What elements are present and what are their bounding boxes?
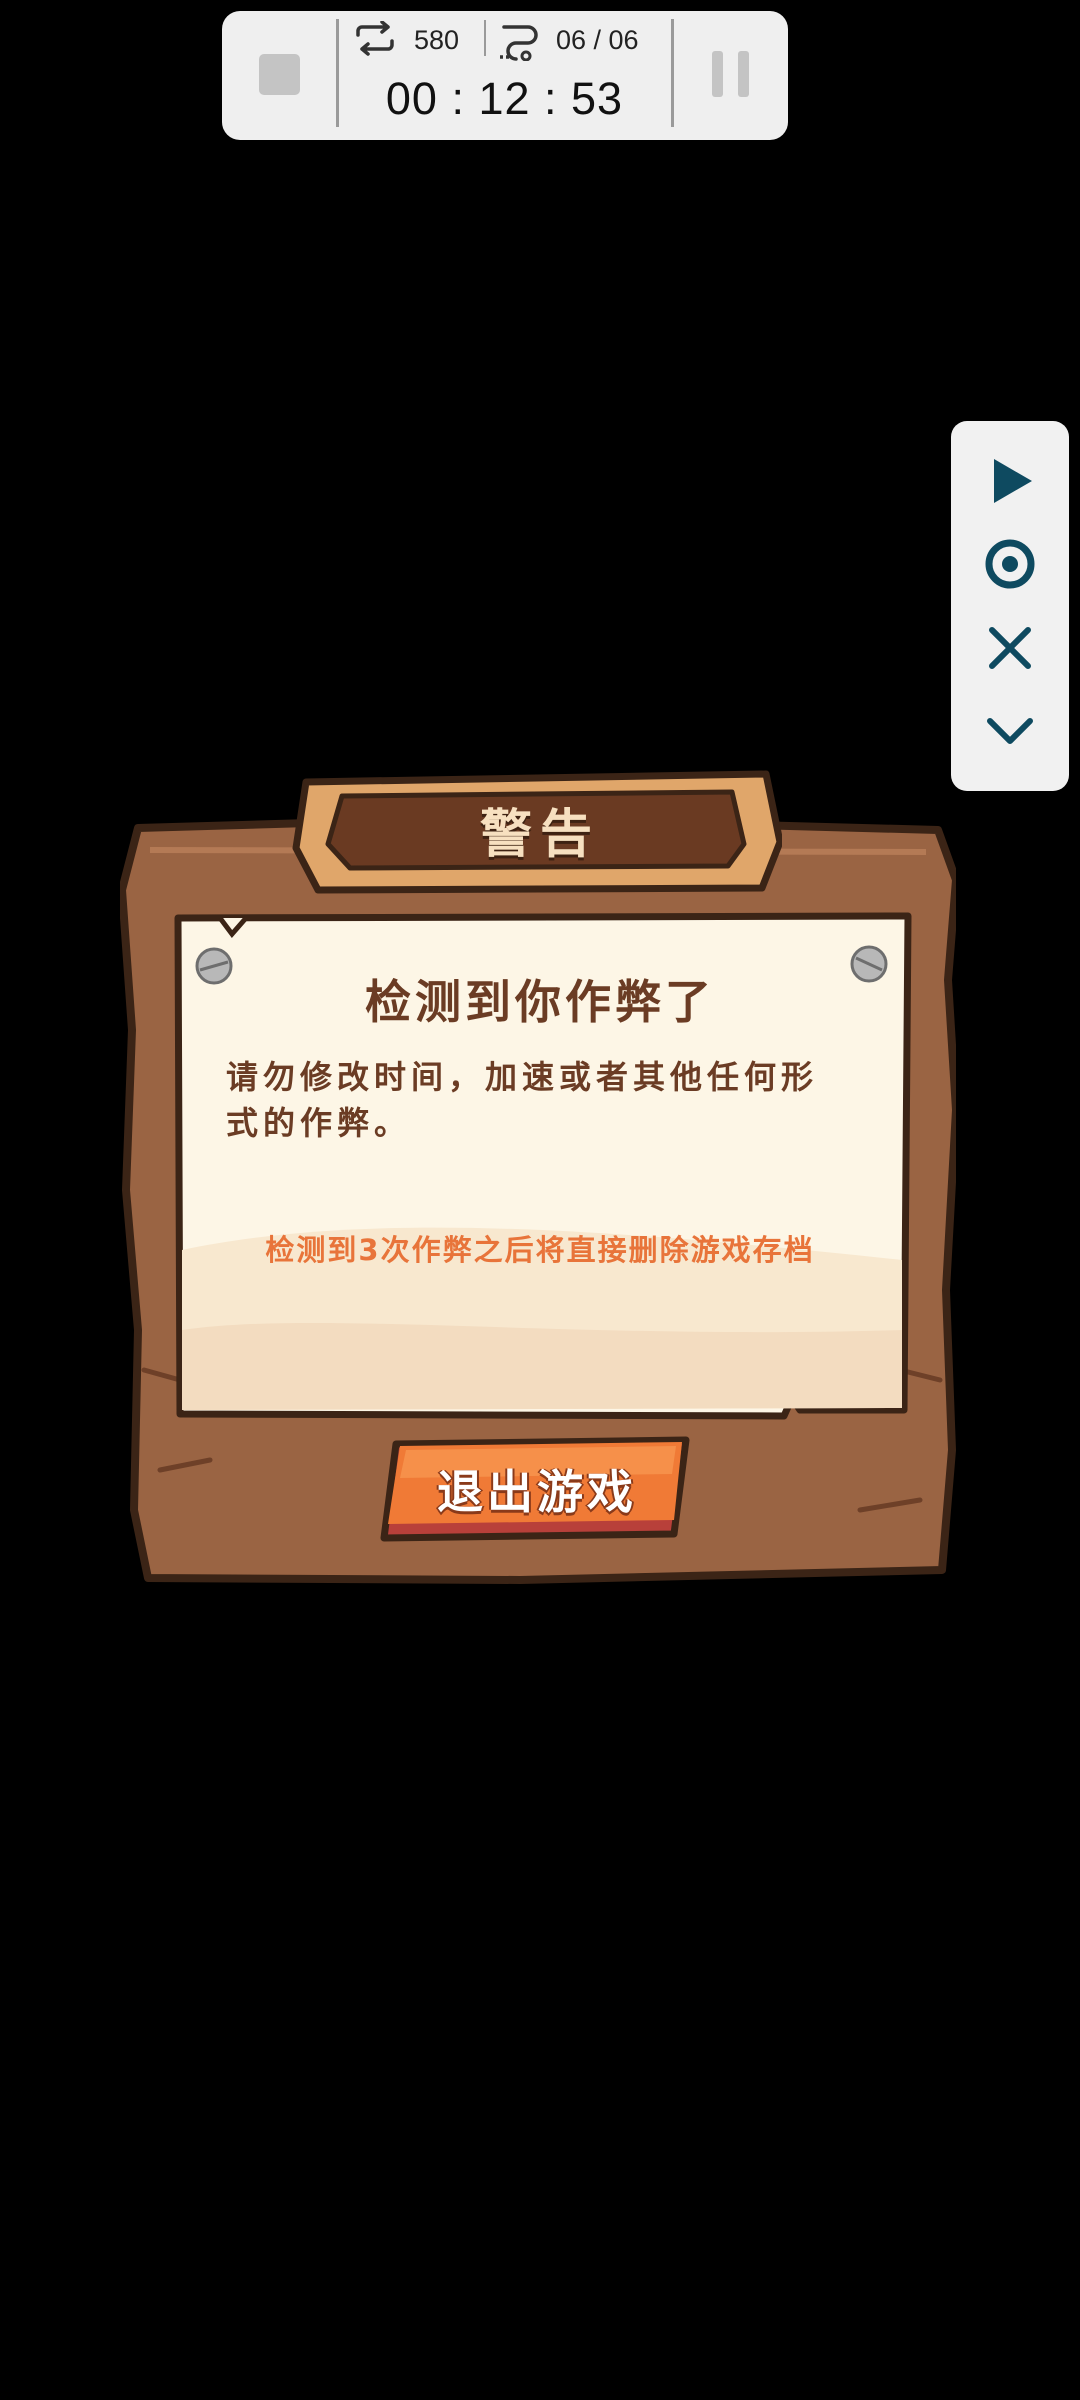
stop-record-button[interactable] xyxy=(259,54,300,95)
chevron-down-icon[interactable] xyxy=(980,701,1040,761)
dialog-banner-title: 警告 xyxy=(479,805,600,865)
close-icon[interactable] xyxy=(980,618,1040,678)
elapsed-time: 00 : 12 : 53 xyxy=(385,73,624,124)
exit-game-label: 退出游戏 xyxy=(437,1465,637,1519)
dialog-body-text: 请勿修改时间，加速或者其他任何形式的作弊。 xyxy=(226,1058,819,1142)
loop-icon xyxy=(350,20,400,61)
segments-icon xyxy=(498,21,546,65)
dialog-title: 检测到你作弊了 xyxy=(365,975,715,1029)
divider xyxy=(671,19,674,127)
play-icon[interactable] xyxy=(980,451,1040,511)
pause-button[interactable] xyxy=(712,51,750,97)
side-control-panel xyxy=(951,421,1069,791)
record-target-icon[interactable] xyxy=(980,534,1040,594)
divider xyxy=(484,20,486,56)
segment-counter: 06 / 06 xyxy=(556,25,639,55)
dialog-warning-text: 检测到3次作弊之后将直接删除游戏存档 xyxy=(265,1233,815,1267)
recorder-toolbar: 580 06 / 06 00 : 12 : 53 xyxy=(222,11,788,140)
exit-game-button[interactable]: 退出游戏 xyxy=(376,1434,698,1544)
loop-count: 580 xyxy=(414,25,460,55)
